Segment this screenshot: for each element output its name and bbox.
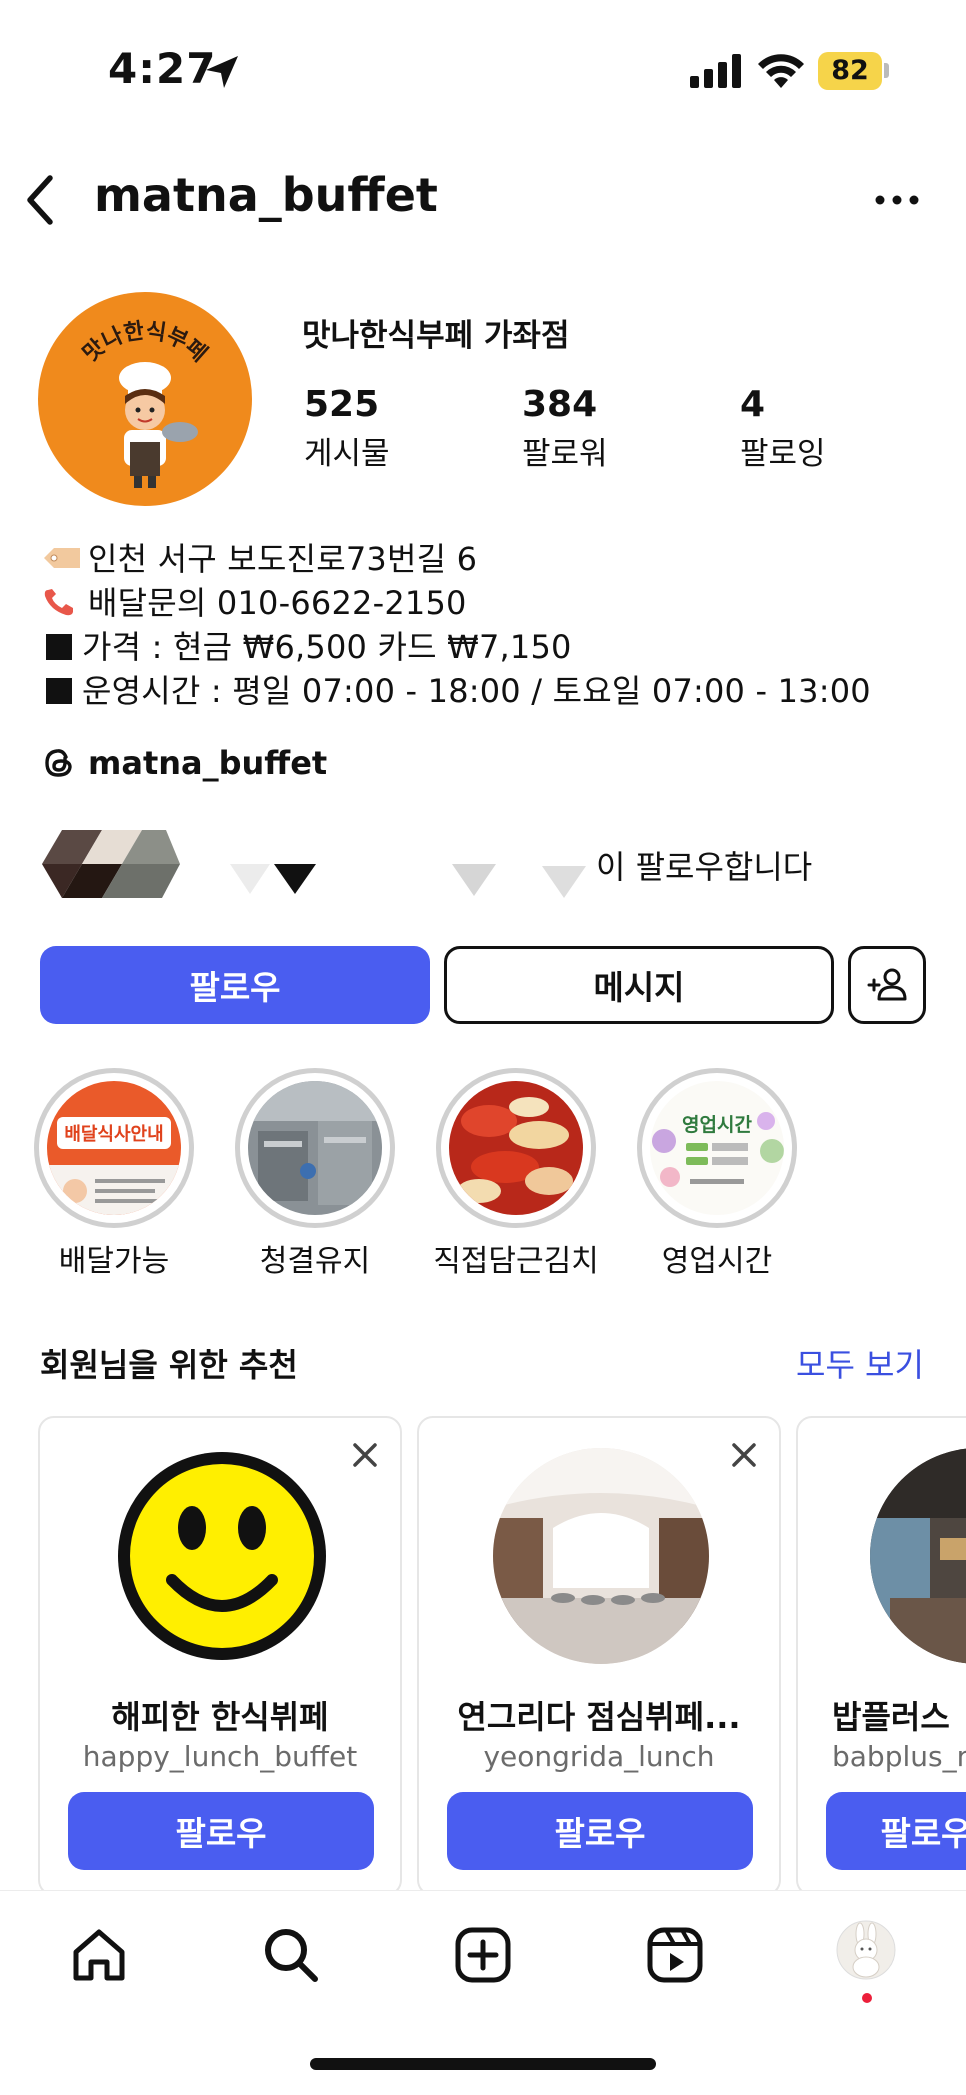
battery-indicator: 82 xyxy=(818,52,882,90)
profile-avatar[interactable]: 맛나한식부페 xyxy=(38,292,252,506)
reels-icon[interactable] xyxy=(646,1926,704,1984)
highlight-hours-image: 영업시간 xyxy=(650,1081,784,1215)
profile-display-name: 맛나한식부페 가좌점 xyxy=(302,318,570,354)
back-chevron-icon[interactable] xyxy=(16,170,64,230)
bio-line-address: 인천 서구 보도진로73번길 6 xyxy=(42,534,477,580)
close-icon[interactable] xyxy=(350,1440,380,1470)
suggestion-follow-button[interactable]: 팔로우 xyxy=(68,1792,374,1870)
suggestion-name[interactable]: 해피한 한식뷔페 xyxy=(40,1692,400,1738)
suggest-users-button[interactable] xyxy=(848,946,926,1024)
suggestion-handle: happy_lunch_buffet xyxy=(82,1740,358,1773)
restaurant-interior-avatar xyxy=(870,1448,966,1664)
search-icon[interactable] xyxy=(262,1926,320,1984)
suggestion-name[interactable]: 밥플러스 xyxy=(832,1692,966,1738)
add-person-icon xyxy=(867,968,907,1001)
highlight-delivery-image: 배달식사안내 xyxy=(47,1081,181,1215)
suggestion-card[interactable]: 연그리다 점심뷔페... yeongrida_lunch 팔로우 xyxy=(417,1416,781,1896)
suggestions-title: 회원님을 위한 추천 xyxy=(40,1346,298,1384)
highlight-delivery-image-text: 배달식사안내 xyxy=(64,1124,163,1145)
highlight-kitchen-image xyxy=(248,1081,382,1215)
message-button[interactable]: 메시지 xyxy=(444,946,834,1024)
threads-profile-link[interactable]: matna_buffet xyxy=(42,744,327,782)
highlight-label[interactable]: 배달가능 xyxy=(14,1236,214,1280)
tag-icon xyxy=(44,548,80,568)
status-time: 4:27 xyxy=(108,44,217,93)
posts-count[interactable]: 525 xyxy=(304,384,379,425)
highlight-kimchi[interactable] xyxy=(436,1068,596,1228)
battery-nub xyxy=(884,63,889,78)
black-square-icon xyxy=(46,678,72,704)
posts-label[interactable]: 게시물 xyxy=(304,428,390,473)
highlight-delivery[interactable]: 배달식사안내 xyxy=(34,1068,194,1228)
followed-by-text: 이 팔로우합니다 xyxy=(596,848,813,886)
followers-label[interactable]: 팔로워 xyxy=(522,428,608,473)
chef-logo-image: 맛나한식부페 xyxy=(78,319,212,488)
svg-text:맛나한식부페: 맛나한식부페 xyxy=(78,319,211,367)
home-icon[interactable] xyxy=(70,1926,128,1984)
following-label[interactable]: 팔로잉 xyxy=(740,428,826,473)
profile-tab-avatar[interactable] xyxy=(836,1920,896,1980)
highlight-kimchi-image xyxy=(449,1081,583,1215)
suggestion-follow-button[interactable]: 팔로우 xyxy=(447,1792,753,1870)
threads-icon xyxy=(45,749,72,777)
cellular-signal-icon xyxy=(690,54,741,88)
highlight-cleanliness[interactable] xyxy=(235,1068,395,1228)
suggestion-card[interactable]: 밥플러스 babplus_m 팔로우 xyxy=(796,1416,966,1896)
bio-hours-text: 운영시간 : 평일 07:00 - 18:00 / 토요일 07:00 - 13… xyxy=(82,672,871,710)
following-count[interactable]: 4 xyxy=(740,384,765,425)
more-options-icon[interactable] xyxy=(872,182,922,218)
wifi-icon xyxy=(758,54,804,88)
telephone-icon xyxy=(44,589,73,616)
bio-line-phone: 배달문의 010-6622-2150 xyxy=(42,578,467,624)
home-indicator xyxy=(310,2058,656,2070)
location-arrow-icon xyxy=(206,56,238,88)
close-icon[interactable] xyxy=(729,1440,759,1470)
black-square-icon xyxy=(46,634,72,660)
buffet-hall-avatar xyxy=(493,1448,709,1664)
suggestion-follow-button[interactable]: 팔로우 xyxy=(826,1792,966,1870)
suggestion-name[interactable]: 연그리다 점심뷔페... xyxy=(419,1692,779,1738)
profile-notification-dot xyxy=(862,1993,872,2003)
highlight-label[interactable]: 청결유지 xyxy=(215,1236,415,1280)
followers-count[interactable]: 384 xyxy=(522,384,597,425)
suggestion-handle: yeongrida_lunch xyxy=(483,1740,715,1773)
highlight-label[interactable]: 영업시간 xyxy=(617,1236,817,1280)
highlight-hours-image-text: 영업시간 xyxy=(682,1114,752,1136)
bio-line-price: 가격 : 현금 ₩6,500 카드 ₩7,150 xyxy=(42,622,572,668)
create-post-icon[interactable] xyxy=(454,1926,512,1984)
smiley-face-avatar xyxy=(118,1452,326,1660)
profile-username-title: matna_buffet xyxy=(94,168,438,222)
follow-button[interactable]: 팔로우 xyxy=(40,946,430,1024)
see-all-link[interactable]: 모두 보기 xyxy=(796,1340,924,1386)
avatar-logo-text: 맛나한식부페 xyxy=(78,319,211,367)
suggestion-handle: babplus_m xyxy=(832,1740,966,1773)
bio-address-text: 인천 서구 보도진로73번길 6 xyxy=(88,540,478,578)
suggestion-card[interactable]: 해피한 한식뷔페 happy_lunch_buffet 팔로우 xyxy=(38,1416,402,1896)
bio-price-text: 가격 : 현금 ₩6,500 카드 ₩7,150 xyxy=(82,628,572,666)
threads-handle: matna_buffet xyxy=(88,744,328,782)
highlight-hours[interactable]: 영업시간 xyxy=(637,1068,797,1228)
bio-phone-text: 배달문의 010-6622-2150 xyxy=(88,584,467,622)
bio-line-hours: 운영시간 : 평일 07:00 - 18:00 / 토요일 07:00 - 13… xyxy=(42,666,871,712)
highlight-label[interactable]: 직접담근김치 xyxy=(416,1236,616,1280)
